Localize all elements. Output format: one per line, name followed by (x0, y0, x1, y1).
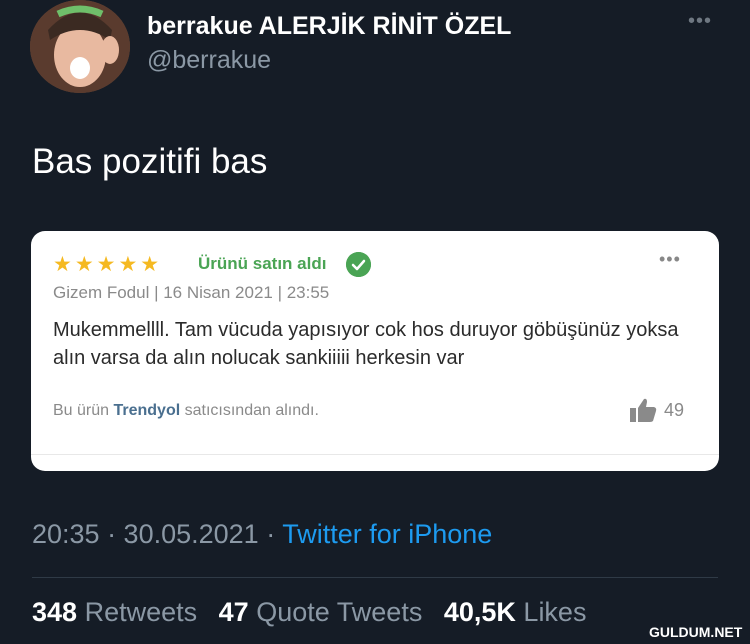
retweets-label: Retweets (84, 597, 198, 627)
review-meta: Gizem Fodul | 16 Nisan 2021 | 23:55 (53, 283, 330, 302)
review-screenshot-card[interactable]: ★★★★★ Ürünü satın aldı ••• Gizem Fodul |… (31, 231, 719, 471)
source-link[interactable]: Twitter for iPhone (282, 519, 492, 549)
profile-photo (30, 0, 130, 93)
retweets-stat[interactable]: 348 Retweets (32, 597, 197, 627)
tweet-text: Bas pozitifi bas (32, 142, 268, 181)
review-text: Mukemmellll. Tam vücuda yapısıyor cok ho… (53, 319, 679, 369)
display-name[interactable]: berrakue ALERJİK RİNİT ÖZEL (147, 12, 511, 41)
retweets-count: 348 (32, 597, 78, 627)
verified-purchase-label: Ürünü satın aldı (198, 254, 327, 273)
tweet-stats: 348 Retweets 47 Quote Tweets 40,5K Likes (32, 597, 586, 628)
tweet-timestamp: 20:35 · 30.05.2021 · Twitter for iPhone (32, 519, 492, 550)
thumbs-up-icon (629, 397, 657, 423)
more-horizontal-icon[interactable]: ••• (688, 10, 712, 33)
likes-label: Likes (523, 597, 587, 627)
user-handle[interactable]: @berrakue (147, 46, 271, 75)
likes-stat[interactable]: 40,5K Likes (444, 597, 587, 627)
quotes-stat[interactable]: 47 Quote Tweets (219, 597, 423, 627)
rating-stars: ★★★★★ (53, 253, 163, 276)
card-more-icon: ••• (659, 249, 681, 269)
seller-prefix: Bu ürün (53, 402, 114, 419)
helpful-count: 49 (664, 400, 685, 420)
card-divider (31, 454, 719, 455)
seller-line: Bu ürün Trendyol satıcısından alındı. (53, 402, 319, 420)
seller-brand: Trendyol (113, 402, 181, 419)
check-circle-icon (346, 252, 371, 277)
watermark: GULDUM.NET (649, 624, 743, 640)
avatar[interactable] (30, 0, 130, 93)
quotes-label: Quote Tweets (256, 597, 423, 627)
timestamp-text: 20:35 · 30.05.2021 · (32, 519, 283, 549)
divider (32, 577, 718, 578)
seller-suffix: satıcısından alındı. (180, 402, 319, 419)
quotes-count: 47 (218, 597, 249, 627)
likes-count: 40,5K (443, 597, 516, 627)
